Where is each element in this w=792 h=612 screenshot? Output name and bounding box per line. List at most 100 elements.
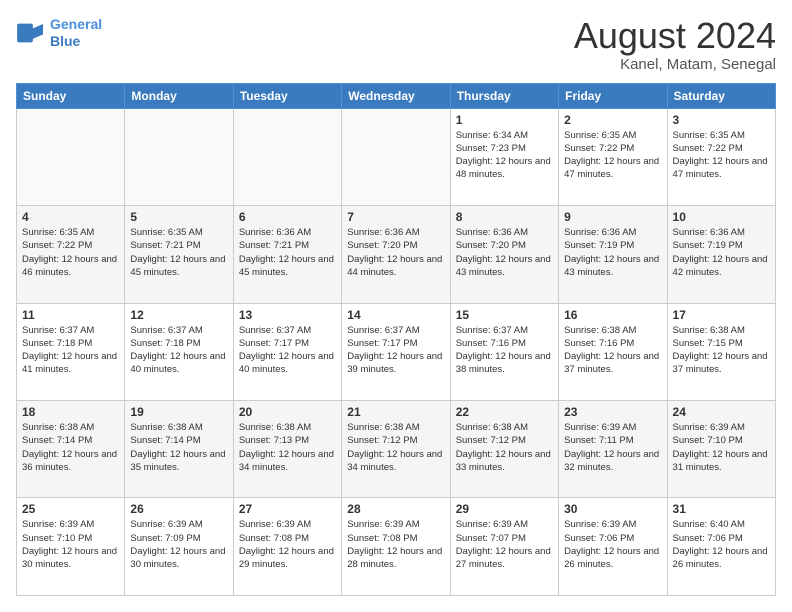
day-info: Sunrise: 6:37 AM Sunset: 7:16 PM Dayligh…	[456, 324, 553, 377]
day-info: Sunrise: 6:38 AM Sunset: 7:12 PM Dayligh…	[456, 421, 553, 474]
day-info: Sunrise: 6:38 AM Sunset: 7:16 PM Dayligh…	[564, 324, 661, 377]
day-info: Sunrise: 6:37 AM Sunset: 7:17 PM Dayligh…	[239, 324, 336, 377]
day-number: 6	[239, 210, 336, 224]
calendar-week-row: 25Sunrise: 6:39 AM Sunset: 7:10 PM Dayli…	[17, 498, 776, 596]
table-row: 4Sunrise: 6:35 AM Sunset: 7:22 PM Daylig…	[17, 206, 125, 303]
day-number: 5	[130, 210, 227, 224]
day-number: 24	[673, 405, 770, 419]
day-info: Sunrise: 6:39 AM Sunset: 7:10 PM Dayligh…	[22, 518, 119, 571]
table-row: 10 Sunrise: 6:36 AM Sunset: 7:19 PM Dayli…	[667, 206, 775, 303]
col-wednesday: Wednesday	[342, 83, 450, 108]
calendar-week-row: 4Sunrise: 6:35 AM Sunset: 7:22 PM Daylig…	[17, 206, 776, 303]
day-info: Sunrise: 6:35 AM Sunset: 7:22 PM Dayligh…	[564, 129, 661, 182]
day-number: 20	[239, 405, 336, 419]
day-info: Sunrise: 6:39 AM Sunset: 7:09 PM Dayligh…	[130, 518, 227, 571]
col-thursday: Thursday	[450, 83, 558, 108]
day-number: 22	[456, 405, 553, 419]
month-title: August 2024	[574, 16, 776, 56]
logo-general: General	[50, 16, 102, 32]
day-number: 10	[673, 210, 770, 224]
col-friday: Friday	[559, 83, 667, 108]
table-row: 28Sunrise: 6:39 AM Sunset: 7:08 PM Dayli…	[342, 498, 450, 596]
calendar-week-row: 11 Sunrise: 6:37 AM Sunset: 7:18 PM Dayli…	[17, 303, 776, 400]
day-info: Sunrise: 6:35 AM Sunset: 7:22 PM Dayligh…	[673, 129, 770, 182]
day-info: Sunrise: 6:36 AM Sunset: 7:19 PM Dayligh…	[673, 226, 770, 279]
table-row: 25Sunrise: 6:39 AM Sunset: 7:10 PM Dayli…	[17, 498, 125, 596]
table-row	[125, 108, 233, 205]
logo-text: General Blue	[50, 16, 102, 50]
table-row: 11 Sunrise: 6:37 AM Sunset: 7:18 PM Dayli…	[17, 303, 125, 400]
table-row: 3 Sunrise: 6:35 AM Sunset: 7:22 PM Daylig…	[667, 108, 775, 205]
col-tuesday: Tuesday	[233, 83, 341, 108]
day-number: 15	[456, 308, 553, 322]
table-row: 2 Sunrise: 6:35 AM Sunset: 7:22 PM Daylig…	[559, 108, 667, 205]
table-row: 26 Sunrise: 6:39 AM Sunset: 7:09 PM Dayli…	[125, 498, 233, 596]
logo: General Blue	[16, 16, 102, 50]
day-info: Sunrise: 6:39 AM Sunset: 7:10 PM Dayligh…	[673, 421, 770, 474]
day-number: 16	[564, 308, 661, 322]
table-row: 13Sunrise: 6:37 AM Sunset: 7:17 PM Dayli…	[233, 303, 341, 400]
day-info: Sunrise: 6:35 AM Sunset: 7:21 PM Dayligh…	[130, 226, 227, 279]
day-number: 27	[239, 502, 336, 516]
table-row	[233, 108, 341, 205]
table-row: 17 Sunrise: 6:38 AM Sunset: 7:15 PM Dayli…	[667, 303, 775, 400]
day-info: Sunrise: 6:35 AM Sunset: 7:22 PM Dayligh…	[22, 226, 119, 279]
day-number: 1	[456, 113, 553, 127]
table-row: 31 Sunrise: 6:40 AM Sunset: 7:06 PM Dayli…	[667, 498, 775, 596]
table-row: 27 Sunrise: 6:39 AM Sunset: 7:08 PM Dayli…	[233, 498, 341, 596]
table-row: 5 Sunrise: 6:35 AM Sunset: 7:21 PM Daylig…	[125, 206, 233, 303]
table-row: 7Sunrise: 6:36 AM Sunset: 7:20 PM Daylig…	[342, 206, 450, 303]
table-row: 15 Sunrise: 6:37 AM Sunset: 7:16 PM Dayli…	[450, 303, 558, 400]
day-number: 3	[673, 113, 770, 127]
day-info: Sunrise: 6:38 AM Sunset: 7:14 PM Dayligh…	[22, 421, 119, 474]
day-number: 31	[673, 502, 770, 516]
day-number: 21	[347, 405, 444, 419]
day-number: 28	[347, 502, 444, 516]
col-saturday: Saturday	[667, 83, 775, 108]
day-number: 26	[130, 502, 227, 516]
day-info: Sunrise: 6:38 AM Sunset: 7:12 PM Dayligh…	[347, 421, 444, 474]
calendar-header-row: Sunday Monday Tuesday Wednesday Thursday…	[17, 83, 776, 108]
calendar-table: Sunday Monday Tuesday Wednesday Thursday…	[16, 83, 776, 596]
day-info: Sunrise: 6:40 AM Sunset: 7:06 PM Dayligh…	[673, 518, 770, 571]
table-row: 29Sunrise: 6:39 AM Sunset: 7:07 PM Dayli…	[450, 498, 558, 596]
table-row: 1Sunrise: 6:34 AM Sunset: 7:23 PM Daylig…	[450, 108, 558, 205]
day-info: Sunrise: 6:38 AM Sunset: 7:14 PM Dayligh…	[130, 421, 227, 474]
table-row: 22 Sunrise: 6:38 AM Sunset: 7:12 PM Dayli…	[450, 401, 558, 498]
calendar-page: General Blue August 2024 Kanel, Matam, S…	[0, 0, 792, 612]
table-row: 8Sunrise: 6:36 AM Sunset: 7:20 PM Daylig…	[450, 206, 558, 303]
table-row	[17, 108, 125, 205]
day-number: 23	[564, 405, 661, 419]
table-row	[342, 108, 450, 205]
day-number: 11	[22, 308, 119, 322]
day-number: 2	[564, 113, 661, 127]
table-row: 20 Sunrise: 6:38 AM Sunset: 7:13 PM Dayli…	[233, 401, 341, 498]
day-number: 14	[347, 308, 444, 322]
table-row: 24 Sunrise: 6:39 AM Sunset: 7:10 PM Dayli…	[667, 401, 775, 498]
table-row: 6 Sunrise: 6:36 AM Sunset: 7:21 PM Daylig…	[233, 206, 341, 303]
day-info: Sunrise: 6:39 AM Sunset: 7:11 PM Dayligh…	[564, 421, 661, 474]
day-info: Sunrise: 6:37 AM Sunset: 7:18 PM Dayligh…	[130, 324, 227, 377]
table-row: 9Sunrise: 6:36 AM Sunset: 7:19 PM Daylig…	[559, 206, 667, 303]
day-info: Sunrise: 6:38 AM Sunset: 7:15 PM Dayligh…	[673, 324, 770, 377]
title-area: August 2024 Kanel, Matam, Senegal	[574, 16, 776, 73]
day-info: Sunrise: 6:37 AM Sunset: 7:17 PM Dayligh…	[347, 324, 444, 377]
day-number: 30	[564, 502, 661, 516]
day-number: 19	[130, 405, 227, 419]
day-info: Sunrise: 6:37 AM Sunset: 7:18 PM Dayligh…	[22, 324, 119, 377]
location-subtitle: Kanel, Matam, Senegal	[574, 56, 776, 73]
day-number: 7	[347, 210, 444, 224]
day-number: 29	[456, 502, 553, 516]
table-row: 12Sunrise: 6:37 AM Sunset: 7:18 PM Dayli…	[125, 303, 233, 400]
table-row: 19 Sunrise: 6:38 AM Sunset: 7:14 PM Dayli…	[125, 401, 233, 498]
table-row: 23 Sunrise: 6:39 AM Sunset: 7:11 PM Dayli…	[559, 401, 667, 498]
col-sunday: Sunday	[17, 83, 125, 108]
day-info: Sunrise: 6:38 AM Sunset: 7:13 PM Dayligh…	[239, 421, 336, 474]
day-number: 17	[673, 308, 770, 322]
day-number: 18	[22, 405, 119, 419]
day-info: Sunrise: 6:36 AM Sunset: 7:20 PM Dayligh…	[456, 226, 553, 279]
table-row: 30Sunrise: 6:39 AM Sunset: 7:06 PM Dayli…	[559, 498, 667, 596]
day-info: Sunrise: 6:36 AM Sunset: 7:21 PM Dayligh…	[239, 226, 336, 279]
day-info: Sunrise: 6:39 AM Sunset: 7:08 PM Dayligh…	[239, 518, 336, 571]
table-row: 21 Sunrise: 6:38 AM Sunset: 7:12 PM Dayli…	[342, 401, 450, 498]
